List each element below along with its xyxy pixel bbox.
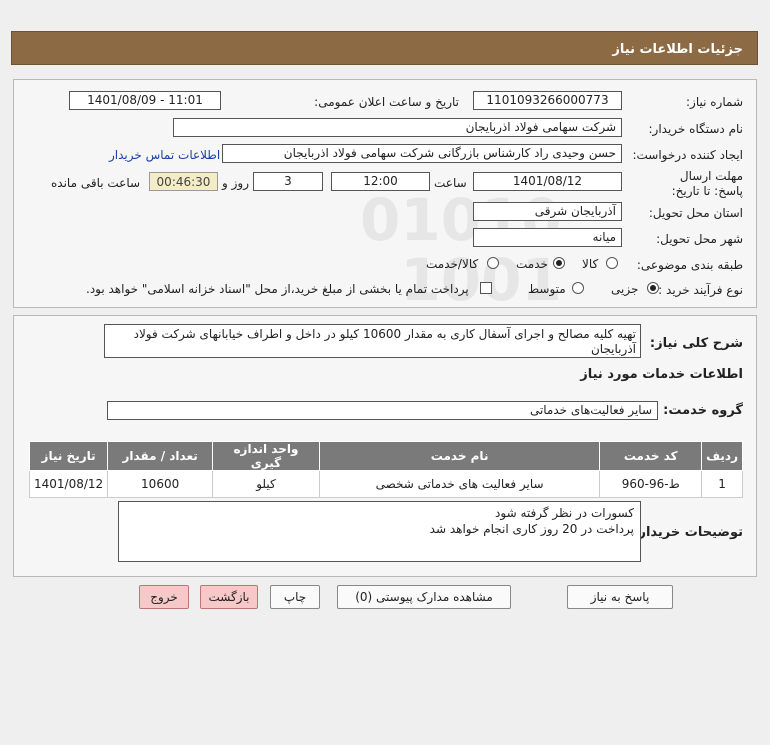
service-group-field: سایر فعالیت‌های خدماتی xyxy=(107,401,658,420)
buyer-notes-line-1: کسورات در نظر گرفته شود xyxy=(495,506,634,520)
back-button[interactable]: بازگشت xyxy=(200,585,258,609)
buyer-contact-link[interactable]: اطلاعات تماس خریدار xyxy=(109,148,220,162)
need-number-label: شماره نیاز: xyxy=(686,95,743,109)
deadline-time-field: 12:00 xyxy=(331,172,430,191)
need-number-field: 1101093266000773 xyxy=(473,91,622,110)
need-info-panel xyxy=(13,79,757,308)
category-service-radio[interactable] xyxy=(553,257,565,269)
deadline-date-field: 1401/08/12 xyxy=(473,172,622,191)
cell-need-date: 1401/08/12 xyxy=(28,470,109,498)
table-header-row: ردیف کد خدمت نام خدمت واحد اندازه گیری ت… xyxy=(28,441,743,471)
deadline-time-label: ساعت xyxy=(434,176,467,190)
category-goods-service-radio[interactable] xyxy=(487,257,499,269)
buyer-org-field: شرکت سهامی فولاد اذربایجان xyxy=(173,118,622,137)
creator-label: ایجاد کننده درخواست: xyxy=(632,148,743,162)
category-label: طبقه بندی موضوعی: xyxy=(636,258,743,272)
col-service-code: کد خدمت xyxy=(599,441,703,471)
deadline-label: مهلت ارسال پاسخ: تا تاریخ: xyxy=(648,169,743,199)
city-field: میانه xyxy=(473,228,622,247)
buyer-org-label: نام دستگاه خریدار: xyxy=(648,122,744,136)
summary-text: تهیه کلیه مصالح و اجرای آسفال کاری به مق… xyxy=(133,327,636,356)
treasury-payment-note: پرداخت تمام یا بخشی از مبلغ خرید،از محل … xyxy=(86,282,469,296)
cell-row: 1 xyxy=(701,470,743,498)
cell-unit: کیلو xyxy=(212,470,320,498)
category-goods-label: کالا xyxy=(582,257,599,271)
col-row: ردیف xyxy=(701,441,743,471)
table-row: 1 ط-96-960 سایر فعالیت های خدماتی شخصی ک… xyxy=(28,470,743,498)
creator-field: حسن وحیدی راد کارشناس بازرگانی شرکت سهام… xyxy=(222,144,622,163)
cell-service-name: سایر فعالیت های خدماتی شخصی xyxy=(318,470,601,498)
city-label: شهر محل تحویل: xyxy=(656,232,743,246)
days-field: 3 xyxy=(253,172,323,191)
announce-label: تاریخ و ساعت اعلان عمومی: xyxy=(314,95,459,109)
summary-label: شرح کلی نیاز: xyxy=(649,336,743,351)
exit-button[interactable]: خروج xyxy=(139,585,189,609)
services-table: ردیف کد خدمت نام خدمت واحد اندازه گیری ت… xyxy=(28,441,743,498)
col-service-name: نام خدمت xyxy=(318,441,601,471)
page-header: جزئیات اطلاعات نیاز xyxy=(11,31,758,65)
service-group-label: گروه خدمت: xyxy=(663,403,743,418)
category-goods-radio[interactable] xyxy=(606,257,618,269)
buyer-notes-line-2: پرداخت در 20 روز کاری انجام خواهد شد xyxy=(429,522,634,536)
services-section-title: اطلاعات خدمات مورد نیاز xyxy=(580,367,743,382)
col-quantity: تعداد / مقدار xyxy=(107,441,214,471)
purchase-minor-radio[interactable] xyxy=(647,282,659,294)
category-service-label: خدمت xyxy=(516,257,548,271)
col-need-date: تاریخ نیاز xyxy=(28,441,109,471)
treasury-payment-checkbox[interactable] xyxy=(480,282,492,294)
category-goods-service-label: کالا/خدمت xyxy=(426,257,479,271)
remaining-time-field: 00:46:30 xyxy=(149,172,218,191)
cell-service-code: ط-96-960 xyxy=(599,470,703,498)
cell-quantity: 10600 xyxy=(107,470,214,498)
announce-field: 1401/08/09 - 11:01 xyxy=(69,91,221,110)
page-title: جزئیات اطلاعات نیاز xyxy=(612,42,743,57)
summary-field: تهیه کلیه مصالح و اجرای آسفال کاری به مق… xyxy=(104,324,641,358)
print-button[interactable]: چاپ xyxy=(270,585,320,609)
view-attachments-button[interactable]: مشاهده مدارک پیوستی (0) xyxy=(337,585,511,609)
remaining-label: ساعت باقی مانده xyxy=(51,176,141,190)
province-field: آذربایجان شرقی xyxy=(473,202,622,221)
purchase-medium-radio[interactable] xyxy=(572,282,584,294)
purchase-medium-label: متوسط xyxy=(528,282,566,296)
purchase-type-label: نوع فرآیند خرید : xyxy=(658,283,743,297)
purchase-minor-label: جزیی xyxy=(611,282,639,296)
days-label: روز و xyxy=(222,176,249,190)
deadline-label-text: مهلت ارسال پاسخ: تا تاریخ: xyxy=(671,169,743,198)
province-label: استان محل تحویل: xyxy=(648,206,743,220)
buyer-notes-field: کسورات در نظر گرفته شود پرداخت در 20 روز… xyxy=(118,501,641,562)
buyer-notes-label: توضیحات خریدار: xyxy=(633,525,743,540)
reply-button[interactable]: پاسخ به نیاز xyxy=(567,585,673,609)
col-unit: واحد اندازه گیری xyxy=(212,441,320,471)
